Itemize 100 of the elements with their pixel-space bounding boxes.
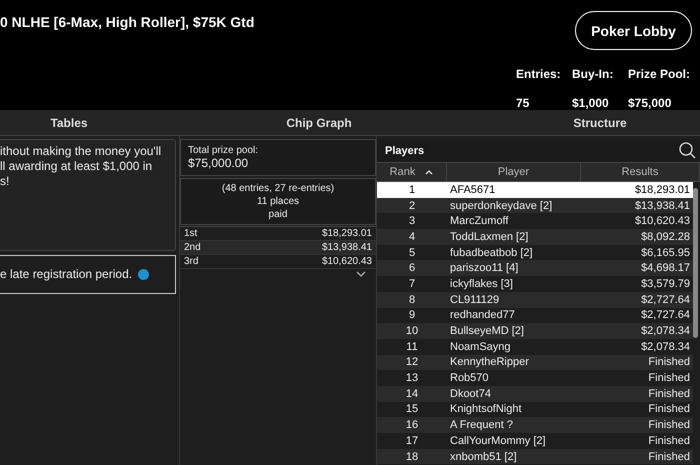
search-icon[interactable] (679, 142, 696, 159)
player-row[interactable]: 4 ToddLaxmen [2] $8,092.28 (377, 229, 693, 245)
result-cell-text: $2,727.64 (640, 309, 691, 322)
stat-value: $75,000 (628, 96, 672, 110)
result-cell-text: $10,620.43 (634, 215, 691, 228)
result-cell-text: $3,579.79 (640, 278, 691, 290)
player-cell-text: superdonkeydave [2] (449, 200, 554, 212)
result-cell-text: $2,727.64 (640, 294, 691, 306)
player-cell-text: Dkoot74 (449, 388, 492, 400)
summary-text: 11 places (256, 195, 300, 208)
rank-cell-text: 13 (404, 372, 420, 384)
rank-cell-text: 15 (404, 403, 420, 416)
prize-pool-label: Total prize pool: (188, 145, 260, 156)
summary-text: paid (268, 208, 288, 221)
player-cell-text: BullseyeMD [2] (449, 325, 525, 338)
players-title: Players (385, 144, 424, 156)
tournament-title: 0 NLHE [6-Max, High Roller], $75K Gtd (0, 14, 254, 32)
rank-cell-text: 5 (408, 246, 416, 259)
tab[interactable]: Tables (0, 110, 138, 135)
tab[interactable]: Chip Graph (138, 110, 500, 135)
player-row[interactable]: 1 AFA5671 $18,293.01 (377, 182, 693, 198)
player-cell-text: A Frequent ? (449, 419, 514, 432)
rank-cell-text: 10 (404, 325, 420, 338)
player-cell-text: CL911129 (449, 294, 500, 306)
player-cell-text: xnbomb51 [2] (449, 450, 518, 463)
result-cell-text: $4,698.17 (640, 262, 691, 274)
stat-label: Entries: (516, 67, 562, 81)
payout-place: 2nd (184, 241, 201, 254)
result-cell-text: $18,293.01 (634, 184, 691, 196)
player-cell-text: KennytheRipper (449, 356, 530, 368)
player-row[interactable]: 10 BullseyeMD [2] $2,078.34 (377, 323, 693, 339)
result-cell-text: Finished (647, 356, 691, 368)
payout-amount: $13,938.41 (322, 241, 372, 254)
sort-caret-icon[interactable] (425, 170, 434, 174)
player-row[interactable]: 18 xnbomb51 [2] Finished (377, 448, 693, 464)
rank-cell-text: 8 (408, 294, 416, 306)
player-cell-text: pariszoo11 [4] (449, 262, 520, 274)
player-cell-text: CallYourMommy [2] (449, 434, 547, 447)
stat-value: $1,000 (572, 96, 610, 110)
player-row[interactable]: 12 KennytheRipper Finished (377, 354, 693, 370)
stat-label: Prize Pool: (628, 67, 692, 81)
payout-place: 1st (184, 227, 198, 240)
tab[interactable]: Structure (500, 110, 700, 135)
poker-lobby-button[interactable]: Poker Lobby (575, 11, 692, 50)
rank-cell-text: 9 (408, 309, 416, 322)
info-text: ll awarding at least $1,000 in (0, 159, 154, 174)
result-cell-text: $6,165.95 (640, 246, 691, 259)
rank-cell-text: 7 (408, 278, 416, 290)
rank-cell-text: 18 (404, 450, 420, 463)
info-text: ithout making the money you'll (0, 144, 162, 159)
column-header[interactable]: Results (581, 163, 700, 181)
player-row[interactable]: 6 pariszoo11 [4] $4,698.17 (377, 260, 693, 276)
player-row[interactable]: 15 KnightsofNight Finished (377, 402, 693, 418)
chevron-down-icon[interactable] (356, 271, 366, 277)
player-row[interactable]: 5 fubadbeatbob [2] $6,165.95 (377, 244, 693, 260)
player-cell-text: KnightsofNight (449, 403, 523, 416)
info-icon[interactable] (138, 269, 150, 280)
result-cell-text: Finished (647, 388, 691, 400)
stat-value: 75 (516, 96, 530, 110)
result-cell-text: Finished (647, 372, 691, 384)
column-header[interactable]: Player (447, 163, 581, 181)
player-cell-text: ickyflakes [3] (449, 278, 514, 290)
payout-place: 3rd (184, 255, 198, 268)
rank-cell-text: 6 (408, 262, 416, 274)
player-cell-text: AFA5671 (449, 184, 496, 196)
player-row[interactable]: 14 Dkoot74 Finished (377, 386, 693, 402)
player-cell-text: MarcZumoff (449, 215, 510, 228)
player-cell-text: ToddLaxmen [2] (449, 230, 530, 243)
rank-cell-text: 12 (404, 356, 420, 368)
rank-cell-text: 1 (408, 184, 416, 196)
rank-cell-text: 14 (404, 388, 420, 400)
rank-cell-text: 4 (408, 230, 416, 243)
result-cell-text: Finished (647, 419, 691, 432)
result-cell-text: Finished (647, 403, 691, 416)
rank-cell-text: 3 (408, 215, 416, 228)
result-cell-text: $2,078.34 (640, 340, 691, 353)
player-cell-text: fubadbeatbob [2] (449, 246, 534, 259)
result-cell-text: $2,078.34 (640, 325, 691, 338)
late-registration-text: e late registration period. (0, 267, 132, 282)
payout-amount: $18,293.01 (322, 227, 372, 240)
result-cell-text: $8,092.28 (640, 230, 691, 243)
result-cell-text: $13,938.41 (634, 200, 691, 212)
column-header[interactable]: Rank (377, 163, 447, 181)
result-cell-text: Finished (647, 434, 691, 447)
player-row[interactable]: 16 A Frequent ? Finished (377, 417, 693, 433)
rank-cell-text: 2 (408, 200, 416, 212)
player-cell-text: NoamSayng (449, 340, 512, 353)
rank-cell-text: 16 (404, 419, 420, 432)
rank-cell-text: 17 (404, 434, 420, 447)
prize-pool-amount: $75,000.00 (188, 156, 250, 170)
player-cell-text: Rob570 (449, 372, 490, 384)
scrollbar-thumb[interactable] (693, 188, 698, 338)
summary-text: (48 entries, 27 re-entries) (222, 182, 334, 195)
player-cell-text: redhanded77 (449, 309, 516, 322)
payout-amount: $10,620.43 (322, 255, 372, 268)
info-text: s! (0, 174, 10, 189)
stat-label: Buy-In: (572, 67, 614, 81)
player-row[interactable]: 2 superdonkeydave [2] $13,938.41 (377, 198, 693, 214)
rank-cell-text: 11 (405, 340, 419, 353)
player-row[interactable]: 8 CL911129 $2,727.64 (377, 292, 693, 308)
